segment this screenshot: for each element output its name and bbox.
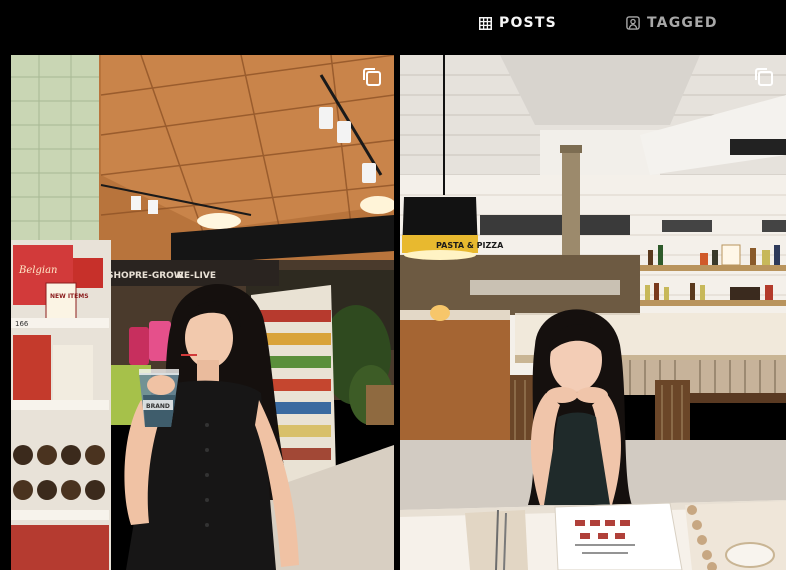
grid-icon bbox=[479, 16, 492, 30]
svg-text:BRAND: BRAND bbox=[146, 403, 170, 410]
multiple-photos-icon bbox=[363, 68, 381, 86]
tab-tagged[interactable]: TAGGED bbox=[626, 13, 718, 33]
tab-tagged-label: TAGGED bbox=[647, 15, 718, 31]
post-1-image: SHOP RE-GROW RE-LIVE Belgian NEW ITEMS 1… bbox=[11, 55, 394, 570]
svg-text:Belgian: Belgian bbox=[18, 265, 57, 276]
svg-text:SHOP: SHOP bbox=[107, 271, 136, 281]
post-2-image: PASTA & PIZZA bbox=[400, 55, 786, 570]
profile-tab-bar: POSTS TAGGED bbox=[0, 0, 786, 46]
post-thumbnail-2[interactable]: PASTA & PIZZA bbox=[400, 55, 786, 570]
tagged-icon bbox=[626, 16, 640, 30]
svg-text:PASTA & PIZZA: PASTA & PIZZA bbox=[436, 241, 504, 250]
tab-posts[interactable]: POSTS bbox=[479, 13, 557, 33]
svg-text:166: 166 bbox=[15, 320, 29, 328]
svg-text:RE-LIVE: RE-LIVE bbox=[177, 271, 216, 281]
tab-posts-label: POSTS bbox=[499, 15, 557, 31]
multiple-photos-icon bbox=[755, 68, 773, 86]
svg-text:NEW ITEMS: NEW ITEMS bbox=[50, 293, 89, 300]
post-thumbnail-1[interactable]: SHOP RE-GROW RE-LIVE Belgian NEW ITEMS 1… bbox=[11, 55, 394, 570]
